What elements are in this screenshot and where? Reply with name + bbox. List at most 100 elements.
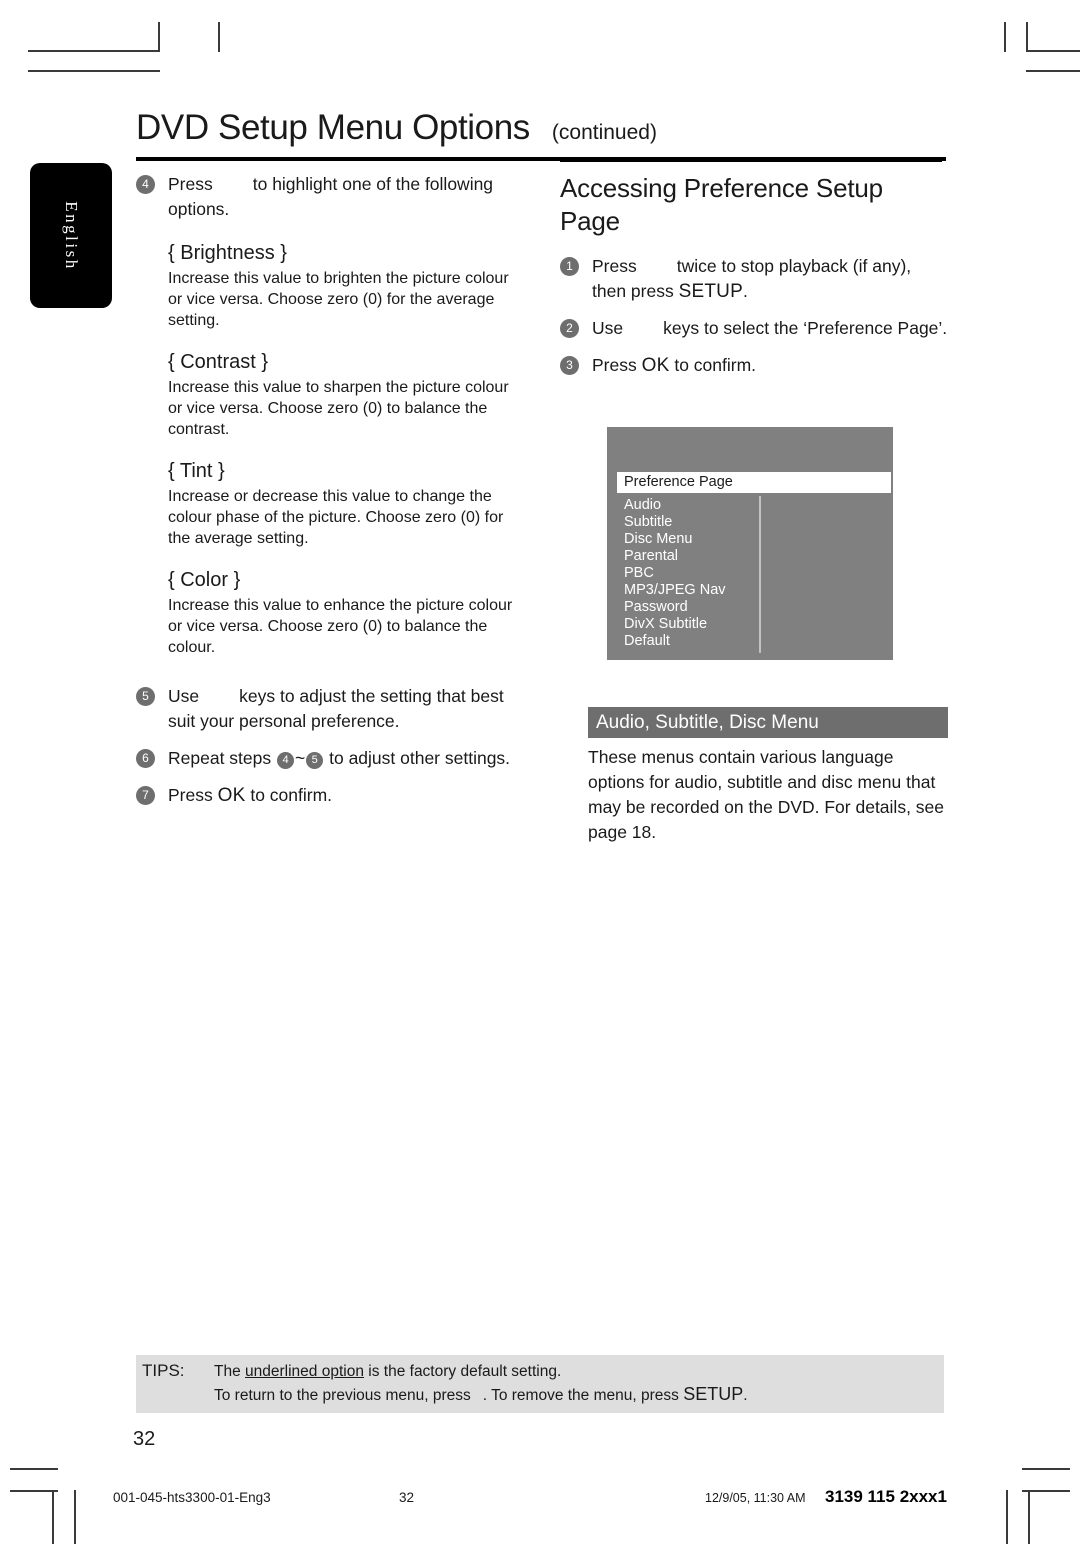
tips-label: TIPS: bbox=[142, 1361, 185, 1380]
option-tint-title: { Tint } bbox=[168, 460, 225, 482]
tips-line-2-after: . bbox=[743, 1387, 748, 1404]
option-contrast-body: Increase this value to sharpen the pictu… bbox=[168, 379, 509, 438]
step-1-text-after: . bbox=[742, 281, 748, 301]
step-badge-2: 2 bbox=[560, 319, 579, 338]
osd-menu-item: PBC bbox=[624, 565, 654, 581]
osd-menu-item: Disc Menu bbox=[624, 531, 693, 547]
step-2-text-before: Use bbox=[592, 318, 624, 338]
step-4-text-before: Press bbox=[168, 174, 213, 194]
step-1-text-before: Press bbox=[592, 256, 637, 276]
step-4: 4 Press to highlight one of the following… bbox=[136, 172, 516, 222]
step-3: 3 Press OK to confirm. bbox=[560, 353, 948, 378]
step-2: 2 Use keys to select the ‘Preference Page… bbox=[560, 316, 948, 341]
tips-line-2: To return to the previous menu, press . T… bbox=[214, 1383, 748, 1407]
step-5-text-after: keys to adjust the setting that best sui… bbox=[168, 686, 504, 731]
step-badge-6: 6 bbox=[136, 749, 155, 768]
step-4-text-after: to highlight one of the following option… bbox=[168, 174, 494, 219]
setup-key-label: SETUP bbox=[678, 281, 743, 302]
step-7-text-before: Press bbox=[168, 785, 213, 805]
step-6: 6 Repeat steps 4 ~5 to adjust other setti… bbox=[136, 746, 516, 771]
step-badge-5: 5 bbox=[136, 687, 155, 706]
osd-titlebar: Preference Page bbox=[617, 472, 891, 493]
osd-menu-item: DivX Subtitle bbox=[624, 616, 708, 632]
osd-menu-item: Subtitle bbox=[624, 514, 673, 530]
section-title: Accessing Preference Setup Page bbox=[560, 173, 883, 236]
crop-mark-top-left-h1 bbox=[28, 50, 160, 52]
crop-mark-top-right-v2 bbox=[1026, 22, 1028, 52]
step-3-text-after: to confirm. bbox=[674, 355, 757, 375]
footer-page-number: 32 bbox=[399, 1490, 415, 1505]
step-5: 5 Use keys to adjust the setting that bes… bbox=[136, 684, 516, 734]
option-brightness-body: Increase this value to brighten the pict… bbox=[168, 270, 509, 329]
option-color-body: Increase this value to enhance the pictu… bbox=[168, 597, 513, 656]
option-color: { Color } Increase this value to enhance… bbox=[168, 567, 516, 658]
osd-column-divider bbox=[759, 496, 761, 653]
osd-menu-item: Password bbox=[624, 599, 688, 615]
ok-key-label: OK bbox=[217, 785, 246, 806]
osd-menu-list: Audio Subtitle Disc Menu Parental PBC MP… bbox=[617, 497, 757, 650]
option-contrast-title: { Contrast } bbox=[168, 351, 269, 373]
step-1-text-mid: twice to stop playback (if any), then pr… bbox=[592, 256, 912, 301]
footer-filename: 001-045-hts3300-01-Eng3 bbox=[113, 1490, 271, 1505]
page-number: 32 bbox=[133, 1428, 156, 1450]
option-tint-body: Increase or decrease this value to chang… bbox=[168, 488, 504, 547]
step-2-text-after: keys to select the ‘Preference Page’. bbox=[663, 318, 948, 338]
step-6-tilde: ~ bbox=[295, 748, 306, 768]
tips-line-1-before: The bbox=[214, 1363, 241, 1380]
crop-mark-bottom-left-h1 bbox=[10, 1468, 58, 1470]
option-brightness: { Brightness } Increase this value to br… bbox=[168, 240, 516, 331]
osd-menu-item: Default bbox=[624, 633, 670, 649]
option-color-title: { Color } bbox=[168, 569, 241, 591]
option-contrast: { Contrast } Increase this value to shar… bbox=[168, 349, 516, 440]
step-badge-4: 4 bbox=[136, 175, 155, 194]
left-column: 4 Press to highlight one of the following… bbox=[136, 172, 516, 820]
page-title-continued: (continued) bbox=[551, 121, 657, 144]
step-6-text-before: Repeat steps bbox=[168, 748, 272, 768]
step-ref-badge-5: 5 bbox=[306, 752, 324, 769]
subsection-body: These menus contain various language opt… bbox=[588, 747, 945, 842]
crop-mark-top-left-v1 bbox=[158, 22, 160, 52]
osd-menu-item: Audio bbox=[624, 497, 662, 513]
page-header: DVD Setup Menu Options (continued) bbox=[136, 108, 946, 161]
step-5-text-before: Use bbox=[168, 686, 200, 706]
step-3-text-before: Press bbox=[592, 355, 637, 375]
step-badge-1: 1 bbox=[560, 257, 579, 276]
crop-mark-top-right-h2 bbox=[1026, 70, 1080, 72]
subsection-heading: Audio, Subtitle, Disc Menu bbox=[588, 707, 948, 738]
step-1: 1 Press twice to stop playback (if any), … bbox=[560, 254, 948, 304]
osd-menu-item: MP3/JPEG Nav bbox=[624, 582, 726, 598]
tips-line-1: The underlined option is the factory def… bbox=[214, 1361, 748, 1383]
crop-mark-top-right-v1 bbox=[1004, 22, 1006, 52]
language-tab: English bbox=[30, 163, 112, 308]
tips-line-2-mid: . To remove the menu, press bbox=[482, 1387, 679, 1404]
osd-menu-item: Parental bbox=[624, 548, 679, 564]
step-7: 7 Press OK to confirm. bbox=[136, 783, 516, 808]
option-brightness-title: { Brightness } bbox=[168, 242, 287, 264]
tips-line-1-after: is the factory default setting. bbox=[368, 1363, 562, 1380]
osd-preference-page-screenshot: Preference Page Audio Subtitle Disc Menu… bbox=[607, 427, 893, 660]
subsection-audio-subtitle-disc-menu: Audio, Subtitle, Disc Menu These menus c… bbox=[588, 707, 948, 845]
crop-mark-bottom-right-h1 bbox=[1022, 1468, 1070, 1470]
step-badge-3: 3 bbox=[560, 356, 579, 375]
right-column: Accessing Preference Setup Page 1 Press t… bbox=[560, 160, 948, 390]
footer-timestamp: 12/9/05, 11:30 AM bbox=[705, 1491, 806, 1505]
crop-mark-top-left-v2 bbox=[218, 22, 220, 52]
step-ref-badge-4: 4 bbox=[277, 752, 294, 769]
tips-lines: The underlined option is the factory def… bbox=[214, 1361, 748, 1407]
page-title: DVD Setup Menu Options bbox=[136, 108, 530, 147]
step-badge-7: 7 bbox=[136, 786, 155, 805]
crop-mark-top-right-h1 bbox=[1026, 50, 1080, 52]
ok-key-label-2: OK bbox=[641, 355, 670, 376]
crop-mark-top-left-h2 bbox=[28, 70, 160, 72]
tips-setup-key-label: SETUP bbox=[683, 1384, 744, 1404]
option-tint: { Tint } Increase or decrease this value… bbox=[168, 458, 516, 549]
print-footer: 001-045-hts3300-01-Eng3 32 12/9/05, 11:3… bbox=[0, 1487, 1080, 1520]
step-6-text-after: to adjust other settings. bbox=[329, 748, 511, 768]
tips-line-1-underlined: underlined option bbox=[245, 1363, 364, 1380]
tips-box: TIPS: The underlined option is the facto… bbox=[136, 1355, 944, 1413]
language-tab-label: English bbox=[62, 200, 81, 271]
step-7-text-after: to confirm. bbox=[250, 785, 333, 805]
footer-document-code: 3139 115 2xxx1 bbox=[825, 1487, 947, 1506]
section-rule bbox=[560, 160, 942, 162]
tips-line-2-before: To return to the previous menu, press bbox=[214, 1387, 471, 1404]
